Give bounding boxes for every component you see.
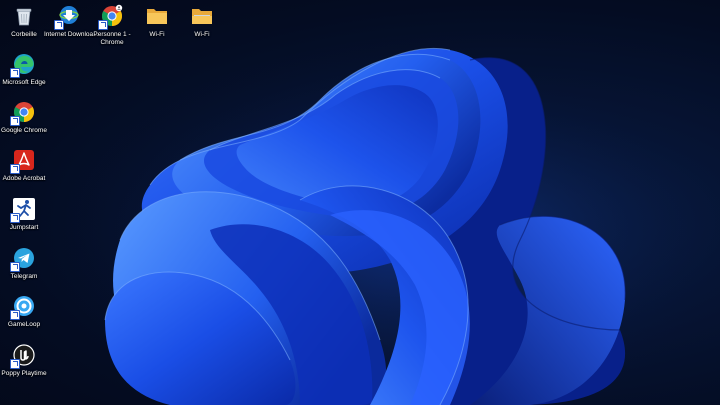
jumpstart-icon: [10, 197, 36, 223]
desktop-icon-label: Wi-Fi: [194, 31, 210, 38]
desktop-icon-recycle-bin[interactable]: Corbeille: [0, 4, 48, 39]
desktop-icon-folder-wifi-1[interactable]: Wi-Fi: [133, 4, 181, 39]
desktop-icon-label: Personne 1 - Chrome: [93, 31, 131, 46]
desktop-icon-label: Wi-Fi: [149, 31, 165, 38]
desktop-icon-jumpstart[interactable]: Jumpstart: [0, 197, 48, 232]
shortcut-arrow-icon: [10, 310, 20, 320]
desktop: Corbeille Internet Downloa... Personne 1…: [0, 0, 720, 405]
shortcut-arrow-icon: [10, 116, 20, 126]
shortcut-arrow-icon: [10, 68, 20, 78]
desktop-icon-label: Jumpstart: [9, 224, 39, 231]
shortcut-arrow-icon: [10, 359, 20, 369]
telegram-icon: [10, 246, 36, 272]
desktop-icon-poppy-playtime[interactable]: Poppy Playtime: [0, 343, 48, 378]
shortcut-arrow-icon: [10, 262, 20, 272]
unreal-engine-icon: [10, 343, 36, 369]
desktop-icon-microsoft-edge[interactable]: Microsoft Edge: [0, 52, 48, 87]
chrome-profile-icon: [98, 4, 124, 30]
desktop-icon-telegram[interactable]: Telegram: [0, 246, 48, 281]
desktop-icon-label: GameLoop: [7, 321, 41, 328]
desktop-icon-chrome-profile[interactable]: Personne 1 - Chrome: [88, 4, 136, 47]
folder-icon: [145, 4, 169, 28]
shortcut-arrow-icon: [10, 164, 20, 174]
desktop-icon-label: Adobe Acrobat: [2, 175, 46, 182]
gameloop-icon: [10, 294, 36, 320]
shortcut-arrow-icon: [98, 20, 108, 30]
desktop-icon-label: Poppy Playtime: [1, 370, 47, 377]
desktop-icon-folder-wifi-2[interactable]: Wi-Fi: [178, 4, 226, 39]
desktop-icon-label: Telegram: [10, 273, 38, 280]
wallpaper-bloom: [0, 0, 720, 405]
desktop-icon-label: Google Chrome: [1, 127, 47, 134]
desktop-icon-internet-download-manager[interactable]: Internet Downloa...: [44, 4, 99, 39]
shortcut-arrow-icon: [54, 20, 64, 30]
acrobat-icon: [10, 148, 36, 174]
folder-icon: [190, 4, 214, 28]
desktop-icon-google-chrome[interactable]: Google Chrome: [0, 100, 48, 135]
desktop-icon-gameloop[interactable]: GameLoop: [0, 294, 48, 329]
desktop-icon-adobe-acrobat[interactable]: Adobe Acrobat: [0, 148, 48, 183]
edge-icon: [10, 52, 36, 78]
desktop-icon-label: Corbeille: [11, 31, 37, 38]
shortcut-arrow-icon: [10, 213, 20, 223]
recycle-bin-icon: [12, 4, 36, 28]
desktop-icon-label: Microsoft Edge: [2, 79, 46, 86]
internet-download-manager-icon: [54, 4, 80, 30]
chrome-icon: [10, 100, 36, 126]
desktop-icon-label: Internet Downloa...: [44, 31, 99, 38]
